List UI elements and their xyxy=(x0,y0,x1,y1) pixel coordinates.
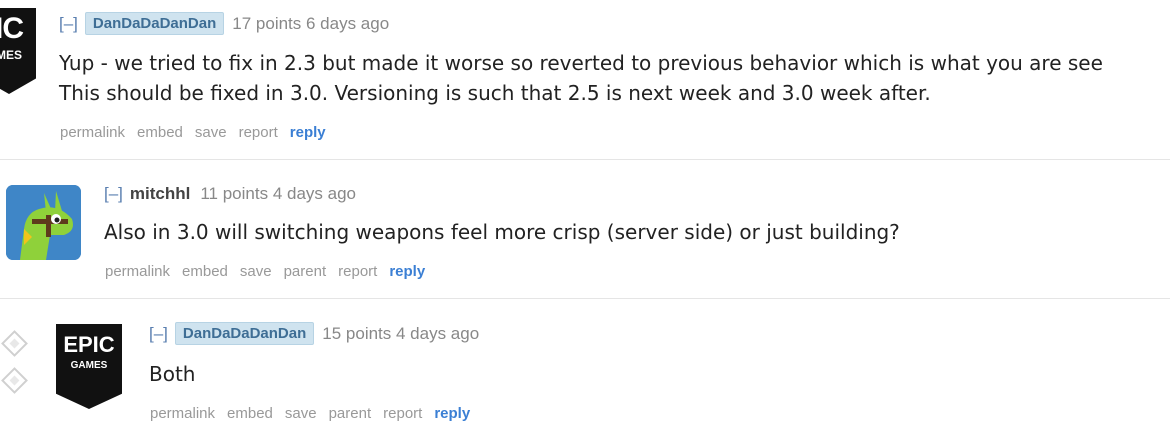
reply-link[interactable]: reply xyxy=(434,405,470,422)
comment-3: EPIC GAMES [–] DanDaDaDanDan 15 points 4 d… xyxy=(0,299,1170,436)
permalink-link[interactable]: permalink xyxy=(60,124,125,141)
epic-games-avatar[interactable]: IC MES xyxy=(0,8,36,94)
comment-1: IC MES [–] DanDaDaDanDan 17 points 6 days … xyxy=(0,0,1170,159)
save-link[interactable]: save xyxy=(285,405,317,422)
comment-2: [–] mitchhl 11 points 4 days ago Also in 3… xyxy=(0,160,1170,298)
author-link[interactable]: DanDaDaDanDan xyxy=(84,12,225,35)
epic-logo-bottom: GAMES xyxy=(70,360,108,371)
score-time: 11 points 4 days ago xyxy=(200,184,356,203)
report-link[interactable]: report xyxy=(383,405,422,422)
report-link[interactable]: report xyxy=(338,263,377,280)
parent-link[interactable]: parent xyxy=(329,405,372,422)
embed-link[interactable]: embed xyxy=(227,405,273,422)
save-link[interactable]: save xyxy=(195,124,227,141)
diamond-icon xyxy=(1,367,28,394)
llama-avatar[interactable] xyxy=(6,185,81,260)
parent-link[interactable]: parent xyxy=(284,263,327,280)
llama-icon xyxy=(6,185,81,260)
epic-logo-top: EPIC xyxy=(63,332,115,357)
score-time: 15 points 4 days ago xyxy=(322,324,480,343)
comment-actions: permalink embed save parent report reply xyxy=(105,263,437,280)
comment-body: Both xyxy=(149,359,195,389)
epic-games-avatar[interactable]: EPIC GAMES xyxy=(56,324,122,409)
comment-meta: [–] DanDaDaDanDan 17 points 6 days ago xyxy=(59,12,389,35)
embed-link[interactable]: embed xyxy=(182,263,228,280)
author-link[interactable]: mitchhl xyxy=(130,184,190,203)
comment-meta: [–] DanDaDaDanDan 15 points 4 days ago xyxy=(149,322,479,345)
embed-link[interactable]: embed xyxy=(137,124,183,141)
comment-meta: [–] mitchhl 11 points 4 days ago xyxy=(104,184,356,204)
comment-body-line-1: Also in 3.0 will switching weapons feel … xyxy=(104,220,900,244)
report-link[interactable]: report xyxy=(239,124,278,141)
collapse-toggle[interactable]: [–] xyxy=(104,184,123,203)
score-time: 17 points 6 days ago xyxy=(232,14,390,33)
comment-body-line-2: This should be fixed in 3.0. Versioning … xyxy=(59,81,931,105)
collapse-toggle[interactable]: [–] xyxy=(59,14,78,33)
comment-body: Yup - we tried to fix in 2.3 but made it… xyxy=(59,48,1103,108)
epic-logo-bottom: MES xyxy=(0,48,22,62)
reply-link[interactable]: reply xyxy=(389,263,425,280)
comment-actions: permalink embed save parent report reply xyxy=(150,405,482,422)
permalink-link[interactable]: permalink xyxy=(105,263,170,280)
permalink-link[interactable]: permalink xyxy=(150,405,215,422)
reply-link[interactable]: reply xyxy=(290,124,326,141)
comment-body-line-1: Yup - we tried to fix in 2.3 but made it… xyxy=(59,51,1103,75)
comment-body: Also in 3.0 will switching weapons feel … xyxy=(104,217,900,247)
save-link[interactable]: save xyxy=(240,263,272,280)
diamond-icon xyxy=(1,330,28,357)
collapse-toggle[interactable]: [–] xyxy=(149,324,168,343)
comment-actions: permalink embed save report reply xyxy=(60,124,338,141)
author-link[interactable]: DanDaDaDanDan xyxy=(174,322,315,345)
comment-body-line-1: Both xyxy=(149,362,196,386)
epic-logo-top: IC xyxy=(0,12,24,45)
